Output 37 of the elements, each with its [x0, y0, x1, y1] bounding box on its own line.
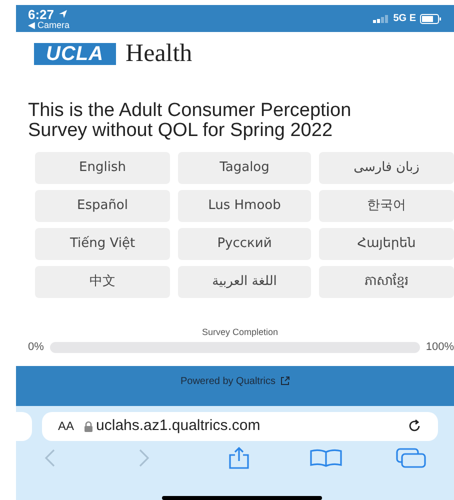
language-button[interactable]: English — [35, 152, 170, 184]
address-bar[interactable]: AA uclahs.az1.qualtrics.com — [42, 412, 438, 440]
progress-end-label: 100% — [426, 340, 454, 355]
share-icon[interactable] — [226, 446, 252, 468]
logo-box: UCLA — [34, 42, 116, 64]
reload-icon[interactable] — [408, 419, 422, 433]
language-button[interactable]: Русский — [178, 228, 311, 260]
back-to-app-link[interactable]: ◀ Camera — [28, 20, 70, 30]
language-button[interactable]: Lus Hmoob — [178, 190, 311, 222]
tabs-icon[interactable] — [396, 448, 426, 468]
language-button[interactable]: Tiếng Việt — [35, 228, 170, 260]
language-button[interactable]: اللغة العربية — [178, 266, 311, 298]
language-button[interactable]: ភាសាខ្មែរ — [319, 266, 454, 298]
language-button[interactable]: Tagalog — [178, 152, 311, 184]
logo-wordmark: Health — [126, 41, 192, 66]
progress-label: Survey Completion — [202, 328, 278, 337]
progress-start-label: 0% — [28, 340, 44, 355]
url-text: uclahs.az1.qualtrics.com — [96, 416, 260, 436]
battery-icon — [420, 14, 442, 24]
previous-tab-edge — [16, 412, 32, 440]
network-label: 5G E — [393, 12, 416, 26]
forward-icon[interactable] — [138, 448, 150, 466]
location-arrow-icon — [58, 9, 68, 19]
language-button[interactable]: Español — [35, 190, 170, 222]
external-link-icon — [280, 376, 290, 386]
language-button[interactable]: 한국어 — [319, 190, 454, 222]
language-button[interactable]: Հայերեն — [319, 228, 454, 260]
language-button[interactable]: زبان فارسی — [319, 152, 454, 184]
signal-icon — [373, 14, 390, 22]
book-icon[interactable] — [310, 448, 342, 466]
language-button[interactable]: 中文 — [35, 266, 170, 298]
clock-time: 6:27 — [28, 8, 54, 20]
text-size-button[interactable]: AA — [58, 417, 74, 435]
lock-icon — [84, 420, 94, 432]
powered-by-link[interactable]: Powered by Qualtrics — [180, 374, 276, 388]
survey-title: This is the Adult Consumer Perception Survey without QOL for Spring 2022 — [28, 101, 352, 141]
back-icon[interactable] — [44, 448, 56, 466]
